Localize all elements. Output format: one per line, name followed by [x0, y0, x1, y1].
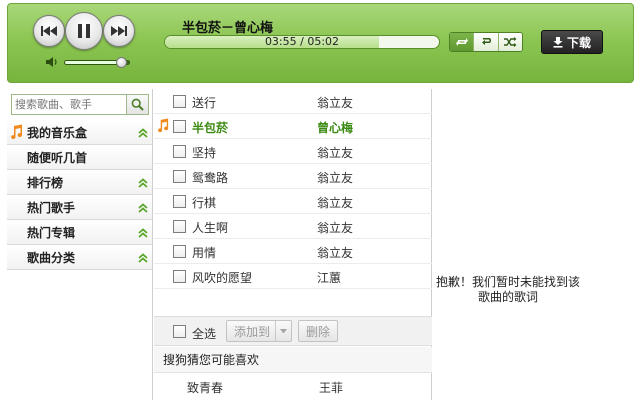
select-all-label[interactable]: 全选	[192, 325, 216, 342]
song-row[interactable]: 用情 翁立友	[154, 239, 432, 264]
recommend-song-artist[interactable]: 王菲	[319, 379, 343, 396]
volume-icon[interactable]	[45, 56, 59, 68]
song-artist[interactable]: 翁立友	[317, 244, 353, 261]
sidebar-item-charts[interactable]: 排行榜	[7, 170, 152, 195]
now-playing-note-icon	[158, 118, 169, 133]
sidebar-item-label: 歌曲分类	[27, 250, 76, 265]
song-checkbox[interactable]	[173, 220, 186, 233]
sidebar-item-hot-artists[interactable]: 热门歌手	[7, 195, 152, 220]
lyrics-panel: 抱歉！我们暂时未能找到该歌曲的歌词	[433, 89, 640, 400]
select-all-checkbox[interactable]	[173, 325, 186, 338]
song-checkbox[interactable]	[173, 270, 186, 283]
time-display: 03:55 / 05:02	[264, 35, 340, 48]
sidebar-item-music-box[interactable]: 我的音乐盒	[7, 120, 152, 145]
sidebar-item-label: 排行榜	[27, 175, 64, 190]
song-row[interactable]: 鸳鸯路 翁立友	[154, 164, 432, 189]
sidebar-item-categories[interactable]: 歌曲分类	[7, 245, 152, 270]
sidebar: 我的音乐盒 随便听几首 排行榜 热门歌手 热门专辑	[7, 89, 153, 400]
volume-fill	[65, 61, 122, 64]
volume-handle[interactable]	[116, 57, 128, 68]
song-row[interactable]: 风吹的愿望 江蕙	[154, 264, 432, 289]
song-row[interactable]: 行棋 翁立友	[154, 189, 432, 214]
delete-button[interactable]: 删除	[298, 320, 338, 342]
chevron-up-icon	[138, 128, 148, 138]
song-artist[interactable]: 曾心梅	[317, 119, 353, 136]
song-row[interactable]: 送行 翁立友	[154, 89, 432, 114]
sidebar-item-random[interactable]: 随便听几首	[7, 145, 152, 170]
song-artist[interactable]: 翁立友	[317, 194, 353, 211]
chevron-up-icon	[138, 253, 148, 263]
song-checkbox[interactable]	[173, 245, 186, 258]
sidebar-item-label: 我的音乐盒	[27, 125, 88, 140]
search-input[interactable]	[12, 95, 124, 114]
previous-icon	[41, 26, 57, 36]
sidebar-nav: 我的音乐盒 随便听几首 排行榜 热门歌手 热门专辑 歌曲分类	[7, 120, 152, 270]
song-name[interactable]: 送行	[192, 94, 216, 111]
playlist-action-bar: 全选 添加到 删除	[154, 316, 432, 346]
search-icon	[131, 98, 144, 111]
song-artist[interactable]: 翁立友	[317, 144, 353, 161]
sidebar-item-label: 随便听几首	[27, 150, 88, 165]
playlist: 送行 翁立友 半包菸 曾心梅 坚持 翁立友 鸳鸯路 翁立友 行棋 翁立友 人生啊…	[154, 89, 432, 400]
song-checkbox[interactable]	[173, 195, 186, 208]
loop-icon	[455, 38, 468, 46]
repeat-all-button[interactable]	[450, 33, 475, 51]
repeat-one-button[interactable]	[474, 33, 499, 51]
song-name[interactable]: 人生啊	[192, 219, 228, 236]
song-name[interactable]: 用情	[192, 244, 216, 261]
delete-label: 删除	[305, 324, 330, 339]
pause-button[interactable]	[65, 12, 103, 50]
song-name[interactable]: 坚持	[192, 144, 216, 161]
song-artist[interactable]: 翁立友	[317, 94, 353, 111]
next-icon	[111, 26, 127, 36]
search-button[interactable]	[126, 95, 148, 114]
sidebar-item-label: 热门歌手	[27, 200, 76, 215]
download-label: 下载	[566, 35, 591, 50]
play-mode-group	[449, 32, 523, 52]
sidebar-item-hot-albums[interactable]: 热门专辑	[7, 220, 152, 245]
search-box	[11, 94, 149, 115]
add-to-label: 添加到	[234, 324, 271, 339]
shuffle-button[interactable]	[498, 33, 522, 51]
song-name[interactable]: 风吹的愿望	[192, 269, 252, 286]
chevron-down-icon	[275, 321, 291, 341]
lyrics-not-found-message: 抱歉！我们暂时未能找到该歌曲的歌词	[435, 275, 580, 304]
song-artist[interactable]: 翁立友	[317, 169, 353, 186]
song-checkbox[interactable]	[173, 95, 186, 108]
chevron-up-icon	[138, 178, 148, 188]
chevron-up-icon	[138, 228, 148, 238]
pause-icon	[78, 24, 90, 38]
previous-button[interactable]	[33, 15, 65, 47]
song-checkbox[interactable]	[173, 120, 186, 133]
next-button[interactable]	[103, 15, 135, 47]
shuffle-icon	[504, 37, 517, 47]
song-name[interactable]: 行棋	[192, 194, 216, 211]
song-name[interactable]: 鸳鸯路	[192, 169, 228, 186]
download-button[interactable]: 下载	[541, 30, 603, 54]
song-checkbox[interactable]	[173, 145, 186, 158]
recommend-header: 搜狗猜您可能喜欢	[154, 347, 432, 373]
music-note-icon	[11, 124, 23, 140]
song-row[interactable]: 坚持 翁立友	[154, 139, 432, 164]
song-artist[interactable]: 翁立友	[317, 219, 353, 236]
sidebar-item-label: 热门专辑	[27, 225, 76, 240]
song-row-current[interactable]: 半包菸 曾心梅	[154, 114, 432, 139]
song-row[interactable]: 人生啊 翁立友	[154, 214, 432, 239]
recommend-row[interactable]: 致青春 王菲	[154, 374, 432, 399]
recommend-song-name[interactable]: 致青春	[187, 379, 223, 396]
song-name[interactable]: 半包菸	[192, 119, 228, 136]
song-artist[interactable]: 江蕙	[317, 269, 341, 286]
now-playing-title: 半包菸－曾心梅	[182, 21, 274, 36]
progress-bar[interactable]: 03:55 / 05:02	[164, 35, 440, 49]
player-bar: 半包菸－曾心梅 03:55 / 05:02 下载	[7, 3, 634, 83]
volume-slider[interactable]	[64, 57, 130, 68]
chevron-up-icon	[138, 203, 148, 213]
repeat-one-icon	[481, 38, 491, 45]
download-icon	[553, 36, 563, 48]
add-to-button[interactable]: 添加到	[226, 320, 292, 342]
song-checkbox[interactable]	[173, 170, 186, 183]
